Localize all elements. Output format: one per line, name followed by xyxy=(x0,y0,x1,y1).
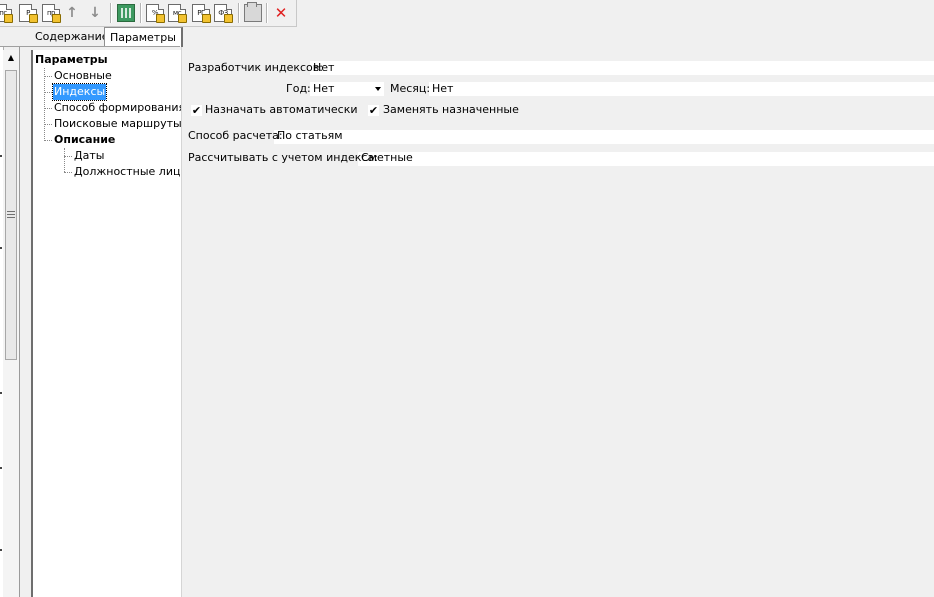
document-mc-icon[interactable]: мс xyxy=(168,4,187,23)
document-rg-icon[interactable]: РГ xyxy=(192,4,211,23)
arrow-down-icon[interactable]: ↓ xyxy=(86,4,104,22)
document-pr-icon[interactable]: пр xyxy=(42,4,61,23)
tree-item-basic[interactable]: Основные xyxy=(54,68,112,84)
tree-connector xyxy=(64,156,72,157)
replace-assigned-checkbox[interactable]: ✔ xyxy=(368,105,379,116)
scrollbar-grip xyxy=(7,211,15,219)
tree-root-parameters[interactable]: Параметры xyxy=(35,52,108,68)
tree-item-search-routes[interactable]: Поисковые маршруты xyxy=(54,116,182,132)
calc-method-label: Способ расчета: xyxy=(188,129,283,142)
scroll-up-icon[interactable]: ▲ xyxy=(3,50,19,66)
calc-method-value[interactable]: По статьям xyxy=(277,128,343,144)
calc-method-field-bg xyxy=(274,130,934,144)
tab-underline xyxy=(0,46,180,47)
tree-connector xyxy=(44,108,52,109)
tree-item-description[interactable]: Описание xyxy=(54,132,115,148)
tree-connector xyxy=(44,92,52,93)
toolbar-separator xyxy=(140,3,142,23)
developer-field-bg xyxy=(310,61,934,75)
folder-icon[interactable] xyxy=(244,2,262,22)
tree-connector xyxy=(44,140,52,141)
tree-connector xyxy=(64,148,65,172)
tree-connector xyxy=(64,172,72,173)
month-value[interactable]: Нет xyxy=(432,81,453,97)
document-fz-icon[interactable]: ФЗ xyxy=(214,4,233,23)
month-field-bg xyxy=(429,82,934,96)
chevron-down-icon[interactable] xyxy=(375,87,381,91)
close-icon[interactable]: ✕ xyxy=(272,4,290,22)
developer-label: Разработчик индексов: xyxy=(188,61,323,74)
document-percent-icon[interactable]: % xyxy=(146,4,165,23)
tree-item-dates[interactable]: Даты xyxy=(74,148,104,164)
tab-content[interactable]: Содержание xyxy=(30,28,114,45)
index-basis-value[interactable]: Сметные xyxy=(361,150,413,166)
parameters-tree: Параметры Основные Индексы Способ формир… xyxy=(31,50,187,597)
auto-assign-label[interactable]: Назначать автоматически xyxy=(205,102,358,118)
toolbar-separator xyxy=(110,3,112,23)
arrow-up-icon[interactable]: ↑ xyxy=(63,4,81,22)
tree-item-officials[interactable]: Должностные лица xyxy=(74,164,187,180)
calculator-icon[interactable] xyxy=(117,4,135,22)
developer-value[interactable]: Нет xyxy=(313,60,334,76)
month-label: Месяц: xyxy=(390,82,431,95)
toolbar-separator xyxy=(266,3,268,23)
index-basis-field-bg xyxy=(358,152,934,166)
document-r-icon[interactable]: Р xyxy=(19,4,38,23)
year-label: Год: xyxy=(286,82,311,95)
tree-connector xyxy=(44,68,45,139)
settings-panel: Разработчик индексов: Нет Год: Нет Месяц… xyxy=(181,47,934,597)
tab-parameters[interactable]: Параметры xyxy=(104,27,183,47)
panel-divider xyxy=(19,47,20,597)
tree-connector xyxy=(44,76,52,77)
year-select[interactable]: Нет xyxy=(313,81,334,97)
toolbar-separator xyxy=(238,3,240,23)
tree-connector xyxy=(44,124,52,125)
tree-item-indexes[interactable]: Индексы xyxy=(51,83,108,101)
auto-assign-checkbox[interactable]: ✔ xyxy=(191,105,202,116)
replace-assigned-label[interactable]: Заменять назначенные xyxy=(383,102,519,118)
toolbar: пс Р пр ↑ ↓ % мс РГ ФЗ ✕ xyxy=(0,0,297,27)
document-ps-icon[interactable]: пс xyxy=(0,4,13,23)
tree-item-formation-method[interactable]: Способ формирования xyxy=(54,100,185,116)
index-basis-label: Рассчитывать с учетом индекса: xyxy=(188,151,378,164)
